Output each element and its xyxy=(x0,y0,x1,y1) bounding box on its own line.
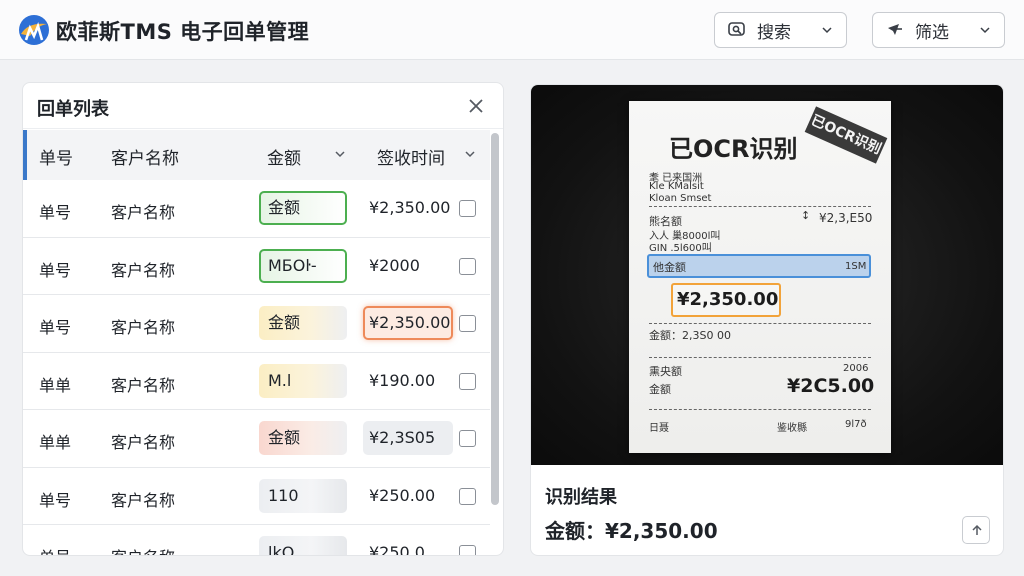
receipt-text: GIN .5l600叫 xyxy=(649,243,712,254)
row-id: 单号 xyxy=(39,260,72,280)
row-checkbox[interactable] xyxy=(459,430,476,447)
receipt-divider xyxy=(649,357,871,358)
row-checkbox[interactable] xyxy=(459,315,476,332)
receipt-text: 他金额 xyxy=(653,261,686,274)
column-header-customer[interactable]: 客户名称 xyxy=(111,144,179,169)
row-customer: 客户名称 xyxy=(111,433,176,452)
receipt-paper: 已OCR识别 已OCR识别 耄 已来国洲 KIe KMalsit Kloan S… xyxy=(629,101,891,453)
row-checkbox[interactable] xyxy=(459,545,476,555)
list-panel-title: 回单列表 xyxy=(37,99,109,120)
filter-icon xyxy=(888,24,902,35)
chevron-down-icon xyxy=(980,27,990,34)
receipt-total: ¥2C5.00 xyxy=(787,375,875,397)
upload-button[interactable] xyxy=(962,516,990,544)
amount-field[interactable]: MБOŀ- xyxy=(259,248,347,283)
receipt-text: 熏央额 xyxy=(649,365,682,378)
result-amount: 金额：¥2,350.00 xyxy=(545,519,718,543)
list-panel-header: 回单列表 xyxy=(23,83,503,129)
receipt-divider xyxy=(649,409,871,410)
top-bar: 欧菲斯TMS 电子回单管理 搜索 筛选 xyxy=(0,0,1024,60)
signed-time: ¥190.00 xyxy=(369,370,436,390)
list-scrollbar[interactable] xyxy=(491,133,499,505)
table-row[interactable]: 单单 客户名称 金额 ¥2,3S05 xyxy=(23,410,490,468)
table-header: 单号 客户名称 金额 签收时间 xyxy=(23,130,490,180)
row-id: 单单 xyxy=(39,375,72,395)
filter-button[interactable]: 筛选 xyxy=(872,12,1005,48)
chevron-down-icon[interactable] xyxy=(333,149,347,161)
result-title: 识别结果 xyxy=(545,487,617,508)
receipt-text: 金额 xyxy=(649,383,671,396)
signed-time: ¥2,350.00 xyxy=(369,198,451,217)
signed-time-highlighted[interactable]: ¥2,350.00 xyxy=(363,306,453,340)
amount-field[interactable]: M.l xyxy=(259,363,347,398)
arrow-marker: ↕ xyxy=(801,209,811,222)
search-label: 搜索 xyxy=(757,22,791,43)
receipt-divider xyxy=(649,323,871,324)
receipt-text: 鉴收縣 xyxy=(777,423,807,434)
chevron-down-icon xyxy=(822,27,832,34)
amount-field[interactable]: lkO xyxy=(259,536,347,555)
table-row[interactable]: 单号 客户名称 MБOŀ- ¥2000 xyxy=(23,238,490,295)
row-id: 单单 xyxy=(39,433,72,452)
row-customer: 客户名称 xyxy=(111,203,176,222)
signed-time: ¥250.0 xyxy=(369,543,425,556)
ocr-amount-box: ¥2,350.00 xyxy=(671,283,781,317)
amount-field[interactable]: 110 xyxy=(259,478,347,513)
chevron-down-icon[interactable] xyxy=(463,149,477,161)
close-icon[interactable] xyxy=(467,97,485,115)
receipt-photo: 已OCR识别 已OCR识别 耄 已来国洲 KIe KMalsit Kloan S… xyxy=(531,85,1003,465)
arrow-up-icon xyxy=(972,524,982,535)
ocr-stamp: 已OCR识别 xyxy=(804,106,888,164)
row-checkbox[interactable] xyxy=(459,372,476,390)
table-row[interactable]: 单号 客户名称 金额 ¥2,350.00 xyxy=(23,295,490,353)
signed-time: ¥2,3S05 xyxy=(363,421,453,455)
row-customer: 客户名称 xyxy=(111,490,176,510)
column-header-signed-time[interactable]: 签收时间 xyxy=(377,144,445,169)
receipt-divider xyxy=(649,206,871,207)
row-id: 单号 xyxy=(39,203,72,222)
table-row[interactable]: 单单 客户名称 M.l ¥190.00 xyxy=(23,353,490,410)
row-id: 单号 xyxy=(39,318,72,337)
row-checkbox[interactable] xyxy=(459,487,476,505)
row-id: 单号 xyxy=(39,544,71,555)
column-header-amount[interactable]: 金额 xyxy=(267,144,301,169)
row-id: 单号 xyxy=(39,490,72,510)
signed-time: ¥2000 xyxy=(369,255,420,275)
row-customer: 客户名称 xyxy=(111,544,175,555)
column-header-id[interactable]: 单号 xyxy=(39,144,73,169)
table-row[interactable]: 单号 客户名称 金额 ¥2,350.00 xyxy=(23,180,490,238)
filter-label: 筛选 xyxy=(915,22,949,43)
app-title: 欧菲斯TMS 电子回单管理 xyxy=(56,20,310,44)
row-customer: 客户名称 xyxy=(111,260,176,280)
table-row[interactable]: 单号 客户名称 110 ¥250.00 xyxy=(23,468,490,525)
receipt-text: 2006 xyxy=(843,363,869,374)
receipt-heading: 已OCR识别 xyxy=(669,135,798,163)
table-body: 单号 客户名称 金额 ¥2,350.00 单号 客户名称 MБOŀ- ¥2000… xyxy=(23,180,490,556)
amount-field[interactable]: 金额 xyxy=(259,191,347,225)
row-checkbox[interactable] xyxy=(459,200,476,217)
receipt-list-panel: 回单列表 单号 客户名称 金额 签收时间 单号 客户名称 金额 ¥2,350.0… xyxy=(22,82,504,556)
signed-time: ¥250.00 xyxy=(369,485,436,505)
amount-field[interactable]: 金额 xyxy=(259,306,347,340)
table-row[interactable]: 单号 客户名称 lkO ¥250.0 xyxy=(23,525,490,556)
row-customer: 客户名称 xyxy=(111,318,176,337)
receipt-text: 日聂 xyxy=(649,423,669,434)
receipt-text: 金额：2,3S0 00 xyxy=(649,329,731,342)
receipt-text: Kloan Smset xyxy=(649,193,712,204)
receipt-text: 1SM xyxy=(845,261,867,272)
ocr-preview-panel: 已OCR识别 已OCR识别 耄 已来国洲 KIe KMalsit Kloan S… xyxy=(530,84,1004,556)
search-button[interactable]: 搜索 xyxy=(714,12,847,48)
receipt-text: 9l7ð xyxy=(845,419,867,430)
row-customer: 客户名称 xyxy=(111,375,176,395)
receipt-text: KIe KMalsit xyxy=(649,181,704,192)
receipt-text: ¥2,3,E50 xyxy=(819,211,873,225)
row-checkbox[interactable] xyxy=(459,257,476,275)
app-logo-icon xyxy=(19,15,49,45)
search-icon xyxy=(728,22,745,36)
amount-field[interactable]: 金额 xyxy=(259,421,347,455)
